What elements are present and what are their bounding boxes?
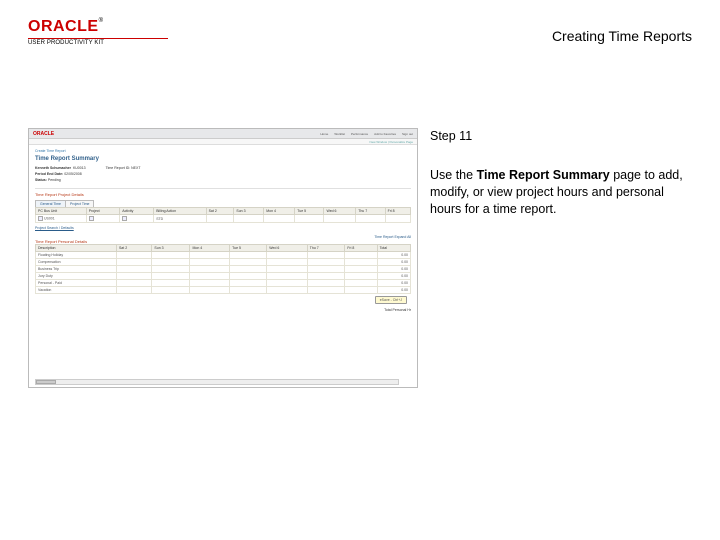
registered-mark: ® bbox=[99, 18, 103, 24]
shot-topbar: ORACLE Home Worklist Performance Add to … bbox=[29, 129, 417, 139]
th-d2: Sun 3 bbox=[234, 208, 264, 215]
shot-heading: Time Report Summary bbox=[35, 156, 411, 162]
personal-row: Jury Duty 0.00 bbox=[36, 273, 411, 280]
p-tot-5: 0.00 bbox=[377, 287, 410, 294]
p-th-tot: Total bbox=[377, 245, 410, 252]
th-bu: PC Bus Unit bbox=[36, 208, 87, 215]
lookup-icon bbox=[122, 216, 127, 221]
p-tot-1: 0.00 bbox=[377, 259, 410, 266]
instruction-column: Step 11 Use the Time Report Summary page… bbox=[430, 128, 692, 388]
step-label: Step 11 bbox=[430, 128, 692, 145]
shot-footer: eSave - Ctrl+J bbox=[35, 294, 411, 306]
th-bill: Billing Action bbox=[154, 208, 206, 215]
th-d6: Thu 7 bbox=[356, 208, 385, 215]
instruction-text: Use the Time Report Summary page to add,… bbox=[430, 167, 692, 218]
p-desc-5: Vacation bbox=[36, 287, 117, 294]
th-act: Activity bbox=[120, 208, 154, 215]
tab-project: Project Time bbox=[65, 200, 94, 207]
project-table: PC Bus Unit Project Activity Billing Act… bbox=[35, 207, 411, 223]
p-th-5: Wed 6 bbox=[267, 245, 308, 252]
p-tot-3: 0.00 bbox=[377, 273, 410, 280]
th-d1: Sat 2 bbox=[206, 208, 234, 215]
th-d3: Mon 4 bbox=[264, 208, 295, 215]
meta-name: Kenneth Schumacher bbox=[35, 166, 71, 170]
meta-status-val: Pending bbox=[48, 178, 61, 182]
shot-tabs: General Time Project Time bbox=[35, 200, 411, 207]
th-d5: Wed 6 bbox=[324, 208, 356, 215]
p-tot-0: 0.00 bbox=[377, 252, 410, 259]
personal-row: Personal - Paid 0.00 bbox=[36, 280, 411, 287]
cell-bill: STD bbox=[154, 215, 206, 223]
project-row: US001 STD bbox=[36, 215, 411, 223]
total-personal-label: Total Personal Hr bbox=[35, 308, 411, 312]
section1-title: Time Report Project Details bbox=[35, 188, 411, 197]
p-th-7: Fri 8 bbox=[345, 245, 377, 252]
instruction-bold: Time Report Summary bbox=[477, 168, 610, 182]
section2-title: Time Report Personal Details bbox=[35, 236, 87, 244]
instruction-pre: Use the bbox=[430, 168, 477, 182]
th-proj: Project bbox=[86, 208, 120, 215]
shot-oracle-logo: ORACLE bbox=[33, 131, 54, 137]
p-tot-4: 0.00 bbox=[377, 280, 410, 287]
p-desc-0: Floating Holiday bbox=[36, 252, 117, 259]
shot-meta-3: Status: Pending bbox=[35, 178, 411, 182]
meta-tr-val: NEXT bbox=[131, 166, 140, 170]
shot-meta-1: Kenneth Schumacher KU0013 Time Report ID… bbox=[35, 166, 411, 170]
personal-row: Vacation 0.00 bbox=[36, 287, 411, 294]
p-th-3: Mon 4 bbox=[190, 245, 230, 252]
save-button: eSave - Ctrl+J bbox=[375, 296, 407, 304]
content-row: ORACLE Home Worklist Performance Add to … bbox=[28, 128, 692, 388]
p-desc-2: Business Trip bbox=[36, 266, 117, 273]
meta-pe-val: 02/05/2008 bbox=[64, 172, 82, 176]
scrollbar-thumb bbox=[36, 380, 56, 384]
p-th-2: Sun 3 bbox=[152, 245, 190, 252]
cell-bu: US001 bbox=[44, 216, 55, 220]
shot-body: Create Time Report Time Report Summary K… bbox=[29, 145, 417, 387]
section2-side: Time Report Expand All bbox=[374, 235, 411, 239]
personal-row: Business Trip 0.00 bbox=[36, 266, 411, 273]
personal-table: Description Sat 2 Sun 3 Mon 4 Tue 5 Wed … bbox=[35, 244, 411, 294]
meta-status-label: Status: bbox=[35, 178, 47, 182]
th-d7: Fri 8 bbox=[385, 208, 410, 215]
oracle-upk-logo: ORACLE® USER PRODUCTIVITY KIT bbox=[28, 18, 168, 46]
p-th-desc: Description bbox=[36, 245, 117, 252]
upk-subline: USER PRODUCTIVITY KIT bbox=[28, 38, 168, 46]
p-desc-4: Personal - Paid bbox=[36, 280, 117, 287]
p-desc-1: Compensation bbox=[36, 259, 117, 266]
p-tot-2: 0.00 bbox=[377, 266, 410, 273]
p-desc-3: Jury Duty bbox=[36, 273, 117, 280]
p-th-4: Tue 5 bbox=[230, 245, 267, 252]
project-search-link: Project Search / Defaults bbox=[35, 226, 74, 230]
p-th-1: Sat 2 bbox=[116, 245, 151, 252]
personal-row: Compensation 0.00 bbox=[36, 259, 411, 266]
p-th-6: Thu 7 bbox=[307, 245, 345, 252]
meta-pe-label: Period End Date: bbox=[35, 172, 63, 176]
nav-signout: Sign out bbox=[402, 132, 413, 136]
nav-performance: Performance bbox=[351, 132, 368, 136]
shot-meta-2: Period End Date: 02/05/2008 bbox=[35, 172, 411, 176]
tab-general: General Time bbox=[35, 200, 66, 207]
personal-row: Floating Holiday 0.00 bbox=[36, 252, 411, 259]
nav-home: Home bbox=[320, 132, 328, 136]
th-d4: Tue 5 bbox=[295, 208, 324, 215]
shot-scrollbar bbox=[35, 379, 399, 385]
nav-addfav: Add to Favorites bbox=[374, 132, 396, 136]
doc-title: Creating Time Reports bbox=[552, 28, 692, 44]
shot-nav: Home Worklist Performance Add to Favorit… bbox=[320, 132, 413, 136]
meta-name-val: KU0013 bbox=[73, 166, 86, 170]
shot-crumb: Create Time Report bbox=[35, 149, 411, 153]
meta-tr-label: Time Report ID: bbox=[106, 166, 131, 170]
lookup-icon bbox=[89, 216, 94, 221]
lookup-icon bbox=[38, 216, 43, 221]
app-screenshot: ORACLE Home Worklist Performance Add to … bbox=[28, 128, 418, 388]
oracle-wordmark: ORACLE bbox=[28, 18, 99, 36]
nav-worklist: Worklist bbox=[334, 132, 345, 136]
